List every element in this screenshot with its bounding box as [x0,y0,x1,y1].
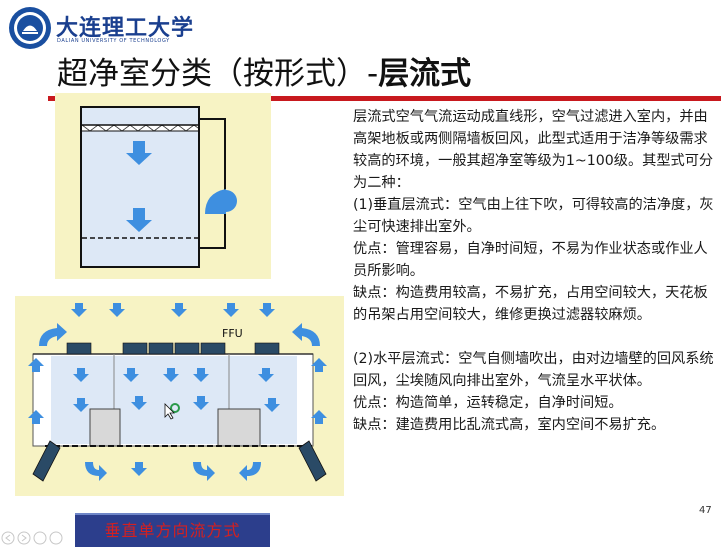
vertical-flow-cons: 缺点：构造费用较高，不易扩充，占用空间较大，天花板的吊架占用空间较大，维修更换过… [353,285,708,323]
vertical-flow-heading: (1)垂直层流式：空气由上往下吹，可得较高的洁净度，灰尘可快速排出室外。 [353,197,714,235]
title-prefix: 超净室分类（按形式）- [57,56,379,92]
body-text: 层流式空气气流运动成直线形，空气过滤进入室内，并由高架地板或两侧隔墙板回风，此型… [353,106,721,436]
university-name-en: DALIAN UNIVERSITY OF TECHNOLOGY [57,38,170,44]
horizontal-flow-pros: 优点：构造简单，运转稳定，自净时间短。 [353,395,623,411]
ffu-laminar-flow-diagram [15,296,344,496]
more-options-icon[interactable] [49,531,63,545]
horizontal-flow-heading: (2)水平层流式：空气自侧墙吹出，由对边墙壁的回风系统回风，尘埃随风向排出室外，… [353,351,714,389]
page-title: 超净室分类（按形式）-层流式 [57,48,471,93]
previous-slide-icon[interactable] [1,531,15,545]
equipment-right [217,408,261,447]
horizontal-flow-cons: 缺点：建造费用比乱流式高，室内空间不易扩充。 [353,417,666,433]
ffu-label: FFU [222,327,243,340]
intro-paragraph: 层流式空气气流运动成直线形，空气过滤进入室内，并由高架地板或两侧隔墙板回风，此型… [353,109,714,191]
slideshow-toolbar[interactable] [0,529,72,547]
title-emphasis: 层流式 [378,56,472,92]
university-logo [9,7,51,49]
pen-icon[interactable] [33,531,47,545]
next-slide-icon[interactable] [17,531,31,545]
vertical-laminar-flow-diagram [55,93,271,279]
equipment-left [89,408,121,447]
figure-caption: 垂直单方向流方式 [75,513,270,547]
page-number: 47 [699,505,712,516]
vertical-flow-pros: 优点：管理容易，自净时间短，不易为作业状态或作业人员所影响。 [353,241,708,279]
